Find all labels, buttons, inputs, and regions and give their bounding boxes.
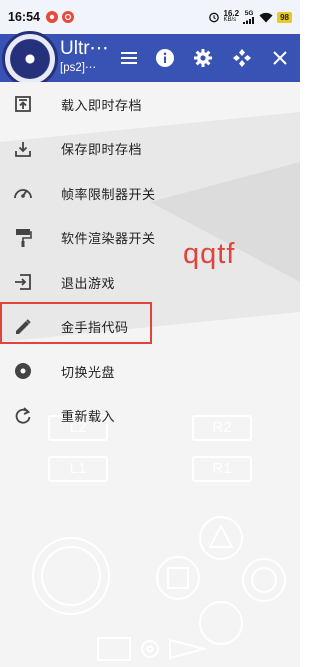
menu-label: 帧率限制器开关: [61, 186, 156, 202]
header-text: Ultr⋯ [ps2]⋯: [60, 38, 109, 76]
status-right: 16.2 KB/s 5G 98: [208, 10, 292, 24]
menu-icon[interactable]: [117, 46, 141, 70]
gear-icon[interactable]: [191, 46, 215, 70]
wifi-icon: [259, 12, 273, 22]
network-type: 5G: [244, 10, 254, 17]
menu-item-exit-game[interactable]: 退出游戏: [0, 260, 300, 305]
net-speed: 16.2 KB/s: [224, 10, 240, 24]
status-time: 16:54: [8, 10, 40, 24]
battery-indicator: 98: [277, 11, 292, 23]
load-state-icon: [13, 94, 33, 114]
save-state-icon: [13, 139, 33, 159]
gamepad-icon[interactable]: [230, 46, 254, 70]
l1-label: L1: [69, 460, 87, 477]
app-notification-icon: [45, 11, 58, 23]
status-bar: 16:54 16.2 KB/s 5G 98: [0, 0, 300, 34]
menu-label: 载入即时存档: [61, 97, 143, 113]
app-header: Ultr⋯ [ps2]⋯: [0, 31, 300, 87]
signal-group: 5G: [243, 10, 255, 24]
game-subtitle: [ps2]⋯: [60, 62, 97, 74]
alarm-icon: [208, 12, 219, 23]
menu-item-reload[interactable]: 重新载入: [0, 394, 300, 439]
exit-icon: [13, 272, 33, 292]
reload-icon: [13, 406, 33, 426]
annotation-text: qqtf: [183, 238, 236, 270]
menu-label: 保存即时存档: [61, 142, 143, 158]
menu-label: 重新载入: [61, 409, 116, 425]
netease-notification-icon: [61, 11, 74, 23]
menu-label: 软件渲染器开关: [61, 231, 156, 247]
menu-item-software-renderer[interactable]: 软件渲染器开关: [0, 216, 300, 261]
info-icon[interactable]: [153, 46, 177, 70]
r1-label: R1: [212, 460, 232, 477]
close-icon[interactable]: [268, 46, 292, 70]
menu-label: 退出游戏: [61, 275, 116, 291]
net-speed-value: 16.2: [223, 9, 240, 18]
speedometer-icon: [13, 183, 33, 203]
disc-icon: [13, 361, 33, 381]
menu-label: 切换光盘: [61, 364, 116, 380]
r1-button[interactable]: R1: [192, 456, 252, 482]
l1-button[interactable]: L1: [48, 456, 108, 482]
menu-item-save-state[interactable]: 保存即时存档: [0, 127, 300, 172]
paint-roller-icon: [13, 228, 33, 248]
app-logo-disc-icon: [2, 31, 58, 87]
menu-item-frame-limiter[interactable]: 帧率限制器开关: [0, 171, 300, 216]
highlight-box: [0, 302, 152, 344]
options-menu: 载入即时存档 保存即时存档 帧率限制器开关 软件渲染器开关 退出游戏 金手指代码: [0, 82, 300, 438]
signal-icon: [243, 17, 255, 24]
net-speed-unit: KB/s: [223, 17, 237, 23]
game-title: Ultr⋯: [60, 38, 109, 59]
menu-item-load-state[interactable]: 载入即时存档: [0, 82, 300, 127]
menu-item-swap-disc[interactable]: 切换光盘: [0, 349, 300, 394]
